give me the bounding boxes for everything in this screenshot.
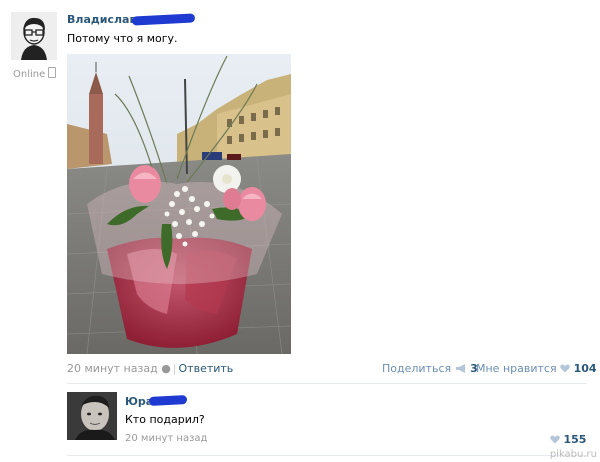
reply-link[interactable]: Ответить xyxy=(179,362,234,375)
watermark: pikabu.ru xyxy=(549,449,597,460)
heart-icon xyxy=(560,364,570,373)
online-label: Online xyxy=(13,69,46,80)
post-meta: 20 минут назад ● | Ответить xyxy=(67,362,233,375)
author-avatar[interactable] xyxy=(11,12,57,60)
post-text: Потому что я могу. xyxy=(67,32,178,45)
like-label: Мне нравится xyxy=(476,362,557,375)
bottom-divider xyxy=(67,455,587,456)
comments-divider xyxy=(67,383,587,384)
commenter-photo xyxy=(67,392,117,440)
avatar-illustration xyxy=(11,12,57,60)
redaction-scribble xyxy=(131,13,196,26)
like-count: 104 xyxy=(573,362,597,375)
post-photo[interactable] xyxy=(67,54,291,354)
bouquet-photo xyxy=(67,54,291,354)
comment-text: Кто подарил? xyxy=(125,413,205,426)
share-label: Поделиться xyxy=(382,362,452,375)
comment-like-button[interactable]: 155 xyxy=(550,433,586,446)
like-button[interactable]: Мне нравится 104 xyxy=(476,362,597,375)
comment-redaction-scribble xyxy=(148,395,188,406)
post-timestamp[interactable]: 20 минут назад xyxy=(67,362,158,375)
apple-icon: ● xyxy=(161,362,171,375)
comment-like-count: 155 xyxy=(563,433,587,446)
post-author[interactable]: Владислав xyxy=(67,13,136,26)
heart-icon xyxy=(550,435,560,444)
mobile-icon xyxy=(48,67,57,78)
meta-separator: | xyxy=(172,362,177,375)
post-author-name[interactable]: Владислав xyxy=(67,13,136,26)
share-button[interactable]: Поделиться 3 xyxy=(382,362,478,375)
comment-timestamp[interactable]: 20 минут назад xyxy=(125,433,207,444)
commenter-avatar[interactable] xyxy=(67,392,117,440)
megaphone-icon xyxy=(455,364,465,373)
online-status: Online xyxy=(13,67,57,80)
